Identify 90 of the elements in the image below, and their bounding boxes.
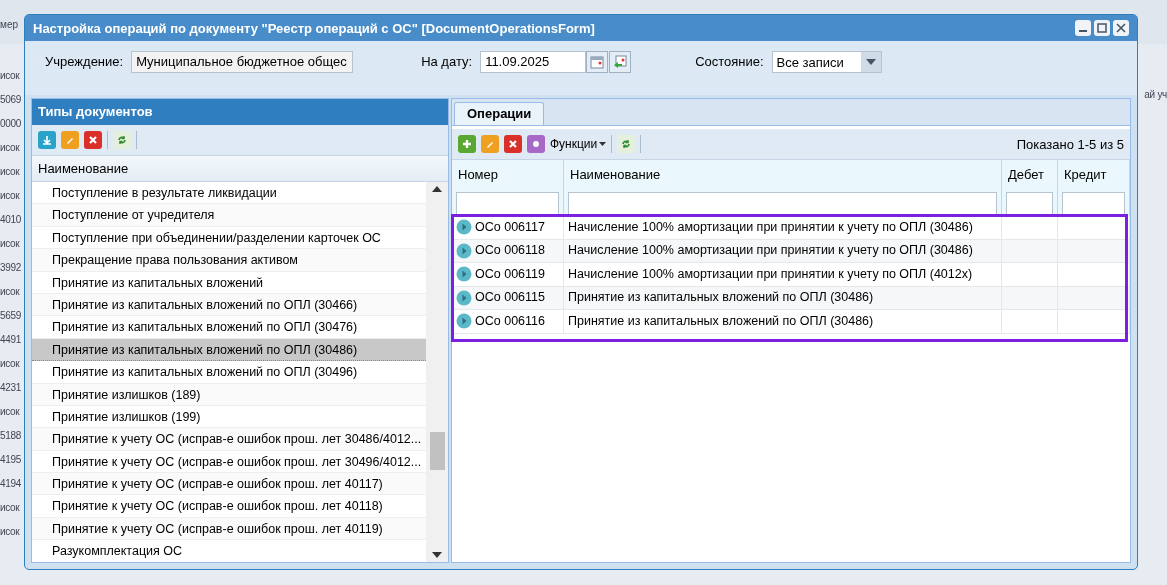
refresh-icon[interactable]: [617, 135, 636, 153]
background-cell-text: 4010: [0, 213, 23, 227]
column-header[interactable]: Номер: [452, 160, 564, 190]
table-cell: ОСо 006115: [452, 286, 564, 310]
functions-menu-button[interactable]: Функции: [550, 137, 607, 151]
background-cell-text: 5188: [0, 429, 23, 443]
list-item[interactable]: Принятие из капитальных вложений по ОПЛ (30496): [32, 361, 426, 384]
minimize-button[interactable]: [1075, 20, 1091, 36]
date-field[interactable]: 11.09.2025: [480, 51, 587, 73]
add-icon[interactable]: [458, 135, 476, 153]
table-cell: ОСо 006118: [452, 239, 564, 263]
state-dropdown[interactable]: Все записи: [771, 51, 882, 73]
table-cell: Принятие из капитальных вложений по ОПЛ (30486): [564, 310, 1002, 334]
list-item[interactable]: Принятие к учету ОС (исправ-е ошибок прош. лет 30486/4012...: [32, 428, 426, 451]
institution-field[interactable]: Муниципальное бюджетное общес: [131, 51, 354, 73]
table-cell: [1002, 239, 1058, 263]
background-cell-text: 4194: [0, 477, 23, 491]
scrollbar-thumb[interactable]: [430, 432, 445, 470]
background-cell-text: исок: [0, 189, 21, 203]
paging-info: Показано 1-5 из 5: [1016, 136, 1124, 152]
column-header[interactable]: Дебет: [1002, 160, 1058, 190]
background-text: ай уч: [1144, 89, 1167, 100]
play-icon[interactable]: [456, 313, 472, 330]
list-item[interactable]: Принятие из капитальных вложений по ОПЛ (30486): [32, 338, 426, 362]
download-icon[interactable]: [38, 131, 56, 149]
filter-field[interactable]: [1062, 192, 1125, 216]
caret-icon: [599, 142, 607, 146]
list-item[interactable]: Принятие из капитальных вложений по ОПЛ (30476): [32, 316, 426, 339]
panel-title: Типы документов: [32, 99, 448, 125]
table-cell: [1002, 216, 1058, 240]
list-item[interactable]: Принятие к учету ОС (исправ-е ошибок прош. лет 40119): [32, 517, 426, 541]
play-icon[interactable]: [456, 266, 472, 283]
table-cell: ОСо 006116: [452, 310, 564, 334]
delete-icon[interactable]: [84, 131, 102, 149]
play-icon[interactable]: [456, 289, 472, 306]
background-cell-text: исок: [0, 141, 21, 155]
background-cell-text: исок: [0, 405, 21, 419]
column-header[interactable]: Наименование: [564, 160, 1002, 190]
table-cell: Начисление 100% амортизации при принятии к учету по ОПЛ (30486): [564, 239, 1002, 263]
field-label: Состояние:: [695, 53, 764, 71]
table-cell: [1058, 216, 1130, 240]
background-cell-text: 4231: [0, 381, 23, 395]
background-cell-text: 0000: [0, 117, 23, 131]
list-item[interactable]: Принятие к учету ОС (исправ-е ошибок прош. лет 40117): [32, 473, 426, 496]
field-label: На дату:: [421, 53, 473, 71]
background-cell-text: исок: [0, 525, 21, 539]
window-title: Настройка операций по документу "Реестр операций с ОС" [DocumentOperationsForm]: [33, 20, 595, 36]
filter-field[interactable]: [568, 192, 997, 216]
background-cell-text: исок: [0, 237, 21, 251]
list-item[interactable]: Принятие излишков (189): [32, 383, 426, 406]
play-icon[interactable]: [456, 242, 472, 259]
scroll-down-icon[interactable]: [432, 552, 442, 558]
table-cell: Начисление 100% амортизации при принятии к учету по ОПЛ (4012х): [564, 263, 1002, 287]
table-cell: Начисление 100% амортизации при принятии к учету по ОПЛ (30486): [564, 216, 1002, 240]
table-cell: [1002, 310, 1058, 334]
background-cell-text: 3992: [0, 261, 23, 275]
filter-field[interactable]: [456, 192, 559, 216]
background-cell-text: 5069: [0, 93, 23, 107]
refresh-icon[interactable]: [113, 131, 131, 149]
list-item[interactable]: Принятие из капитальных вложений по ОПЛ (30466): [32, 293, 426, 317]
column-header[interactable]: Кредит: [1058, 160, 1130, 190]
table-cell: Принятие из капитальных вложений по ОПЛ (30486): [564, 286, 1002, 310]
background-cell-text: исок: [0, 501, 21, 515]
background-cell-text: исок: [0, 69, 21, 83]
list-item[interactable]: Принятие из капитальных вложений: [32, 271, 426, 294]
filter-field[interactable]: [1006, 192, 1053, 216]
field-label: Учреждение:: [45, 53, 124, 71]
maximize-button[interactable]: [1094, 20, 1110, 36]
scrollbar[interactable]: [426, 182, 448, 562]
background-cell-text: 4195: [0, 453, 23, 467]
list-item[interactable]: Прекращение права пользования активом: [32, 249, 426, 272]
tab[interactable]: Операции: [454, 102, 545, 125]
table-cell: [1058, 263, 1130, 287]
background-cell-text: 5659: [0, 309, 23, 323]
table-cell: [1058, 310, 1130, 334]
scroll-up-icon[interactable]: [432, 186, 442, 192]
background-cell-text: исок: [0, 357, 21, 371]
table-cell: ОСо 006119: [452, 263, 564, 287]
background-cell-text: 4491: [0, 333, 23, 347]
table-cell: [1002, 286, 1058, 310]
table-cell: [1002, 263, 1058, 287]
close-button[interactable]: [1113, 20, 1129, 36]
background-column-header: мер: [0, 19, 18, 30]
delete-icon[interactable]: [504, 135, 522, 153]
caret-icon: [860, 52, 881, 72]
list-item[interactable]: Поступление от учредителя: [32, 204, 426, 227]
play-icon[interactable]: [456, 219, 472, 236]
background-cell-text: исок: [0, 165, 21, 179]
background-cell-text: исок: [0, 285, 21, 299]
list-item[interactable]: Принятие к учету ОС (исправ-е ошибок прош. лет 40118): [32, 495, 426, 518]
